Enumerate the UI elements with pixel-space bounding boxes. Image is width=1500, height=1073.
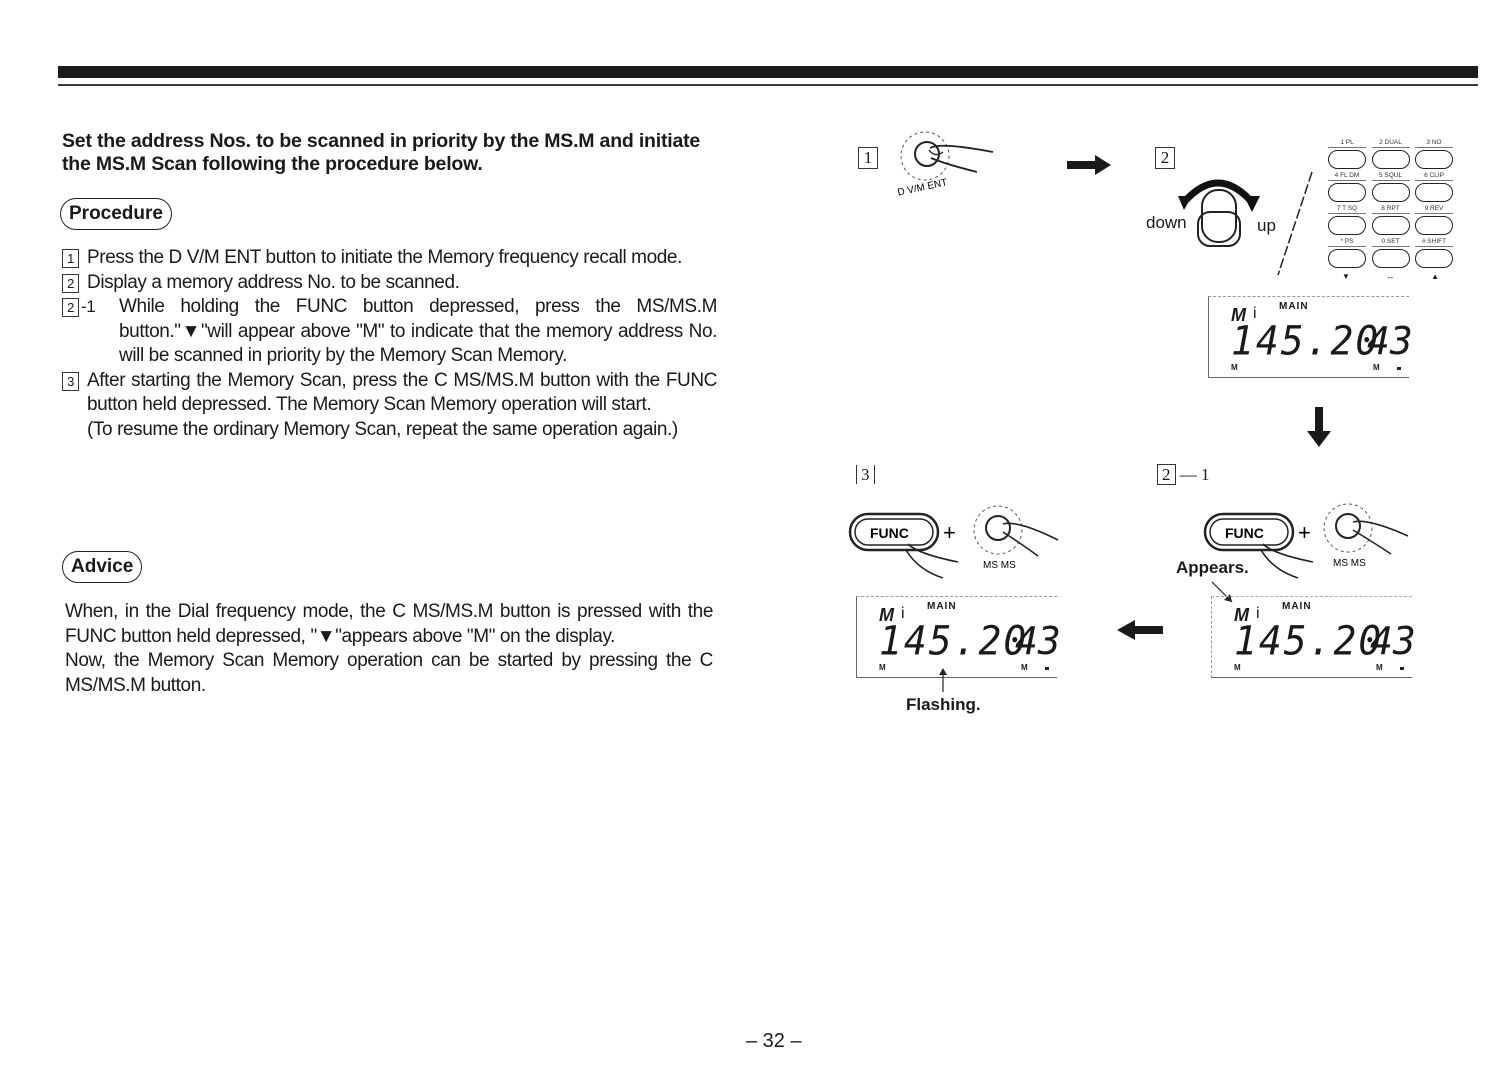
svg-text:+: + [1298, 520, 1311, 545]
ms-button-label: MS MS [983, 560, 1016, 571]
step-number: 3 [62, 371, 79, 391]
key-label: 7 T SQ [1328, 204, 1366, 214]
key-label: * PS [1328, 237, 1366, 247]
func-button-label: FUNC [870, 525, 909, 541]
key-label: 9 REV [1415, 204, 1453, 214]
step-number: 2 [62, 298, 79, 317]
keypad-key-5 [1371, 183, 1410, 202]
lcd-channel: 43 [1015, 619, 1061, 663]
step-note: (To resume the ordinary Memory Scan, rep… [87, 418, 678, 440]
flashing-label: Flashing. [906, 695, 981, 714]
step-number: 2 [62, 273, 79, 293]
lcd-m-right: M [1021, 663, 1028, 672]
diagram-step-2-number: 2 [1155, 147, 1175, 169]
keypad-key-7 [1328, 216, 1366, 235]
lcd-main-label: MAIN [1279, 301, 1309, 312]
lcd-display-step3: M i MAIN 145.20 43 M M [856, 596, 1061, 678]
header-rule-thin [58, 84, 1478, 86]
lcd-channel: 43 [1370, 619, 1416, 663]
advice-text: When, in the Dial frequency mode, the C … [65, 600, 713, 698]
step-text: Display a memory address No. to be scann… [87, 271, 460, 293]
keypad-key-2 [1371, 150, 1410, 169]
arrow-down-icon [1307, 407, 1331, 447]
down-triangle-icon: ▼ [1342, 272, 1350, 281]
step-2-1: 2 -1 While holding the FUNC button depre… [62, 295, 717, 369]
key-label: 5 SQUL [1371, 171, 1410, 181]
keypad-key-8 [1371, 216, 1410, 235]
ms-button-label: MS MS [1333, 558, 1366, 569]
keypad-key-3 [1415, 150, 1453, 169]
advice-paragraph: Now, the Memory Scan Memory operation ca… [65, 650, 713, 696]
keypad-key-4 [1328, 183, 1366, 202]
step-1: 1 Press the D V/M ENT button to initiate… [62, 246, 717, 271]
lcd-display-step2: M i MAIN 145.20 43 M M [1208, 296, 1413, 378]
flashing-pointer-arrow [939, 668, 947, 692]
arrow-right-icon [1067, 155, 1111, 175]
intro-heading: Set the address Nos. to be scanned in pr… [62, 130, 701, 175]
keypad-key-star [1328, 249, 1366, 268]
key-label: # SHIFT [1415, 237, 1453, 247]
keypad-key-6 [1415, 183, 1453, 202]
key-label: 6 CLIP [1415, 171, 1453, 181]
procedure-label: Procedure [60, 198, 172, 230]
lcd-m-right: M [1373, 363, 1380, 372]
step-text: Press the D V/M ENT button to initiate t… [87, 247, 682, 268]
key-label: 2 DUAL [1371, 138, 1410, 148]
lcd-m-right: M [1376, 663, 1383, 672]
step-2: 2 Display a memory address No. to be sca… [62, 271, 717, 296]
lcd-frequency: 145.20 [1234, 617, 1384, 665]
keypad-key-hash [1415, 249, 1453, 268]
keypad-key-1 [1328, 150, 1366, 169]
diagram-step-2-1-number: 2 [1157, 464, 1176, 485]
step-number: 1 [62, 249, 79, 268]
svg-text:+: + [943, 520, 956, 545]
lcd-m-left: M [879, 663, 886, 672]
diagram-step-2-1-suffix: — 1 [1179, 465, 1210, 484]
key-label: 0 SET [1371, 237, 1410, 247]
lcd-dot [1397, 367, 1401, 370]
advice-label: Advice [62, 551, 143, 583]
header-rule-thick [58, 66, 1478, 78]
key-label: 4 FL DM [1328, 171, 1366, 181]
lcd-frequency: 145.20 [879, 617, 1029, 665]
keypad: 1 PL 2 DUAL 3 NO 4 FL DM 5 SQUL 6 CLIP 7… [1328, 138, 1453, 281]
keypad-key-0 [1371, 249, 1410, 268]
lcd-frequency: 145.20 [1231, 317, 1381, 365]
diagram-step-3-number: 3 [856, 465, 875, 484]
press-button-dvm-icon: D V/M ENT [897, 131, 994, 199]
lcd-m-left: M [1231, 363, 1238, 372]
divider-slash [1277, 171, 1313, 276]
key-label: 3 NO [1415, 138, 1453, 148]
func-button-label: FUNC [1225, 525, 1264, 541]
dvm-ent-label: D V/M ENT [897, 177, 949, 198]
lcd-display-step2-1: M i MAIN 145.20 43 M M [1211, 596, 1416, 678]
lcd-main-label: MAIN [1282, 601, 1312, 612]
key-label: 1 PL [1328, 138, 1366, 148]
swap-icon: ↔ [1386, 272, 1395, 281]
lcd-dot [1045, 667, 1049, 670]
step-text: After starting the Memory Scan, press th… [87, 369, 717, 416]
step-text: While holding the FUNC button depressed,… [119, 296, 717, 366]
diagram-step-1-number: 1 [858, 147, 878, 169]
lcd-m-left: M [1234, 663, 1241, 672]
lcd-dot [1400, 667, 1404, 670]
key-label: 8 RPT [1371, 204, 1410, 214]
rotary-knob-icon [1178, 179, 1260, 247]
lcd-channel: 43 [1367, 319, 1413, 363]
step-suffix: -1 [81, 297, 96, 316]
keypad-key-9 [1415, 216, 1453, 235]
lcd-main-label: MAIN [927, 601, 957, 612]
up-triangle-icon: ▲ [1431, 272, 1439, 281]
step-3: 3 After starting the Memory Scan, press … [62, 369, 717, 443]
arrow-left-icon [1117, 620, 1163, 640]
advice-paragraph: When, in the Dial frequency mode, the C … [65, 601, 713, 647]
appears-label: Appears. [1176, 558, 1249, 577]
procedure-steps: 1 Press the D V/M ENT button to initiate… [62, 246, 717, 442]
page-number: – 32 – [746, 1030, 802, 1052]
func-plus-ms-step3: FUNC + MS MS [848, 505, 1059, 579]
